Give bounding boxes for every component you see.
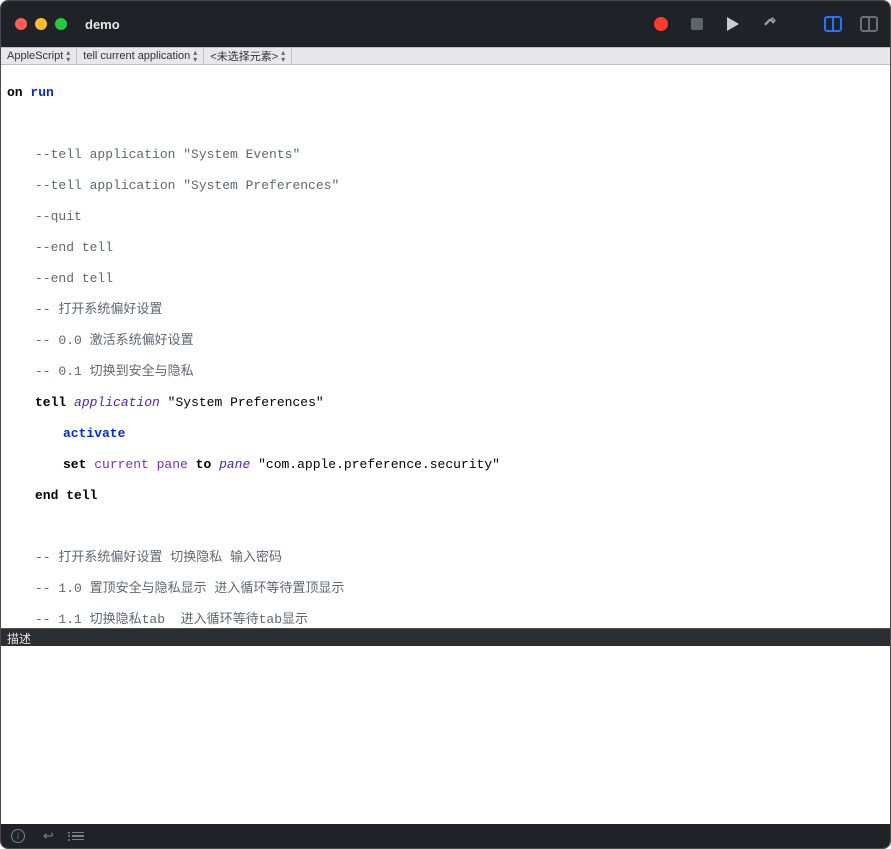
context-selector[interactable]: tell current application ▴▾	[77, 48, 204, 64]
stop-button[interactable]	[688, 15, 706, 33]
info-button[interactable]: i	[11, 829, 25, 843]
chevron-updown-icon: ▴▾	[281, 49, 285, 63]
cls-application: application	[74, 395, 160, 410]
play-button[interactable]	[724, 15, 742, 33]
element-label: <未选择元素>	[210, 48, 278, 64]
panel-left-button[interactable]	[824, 15, 842, 33]
minimize-button[interactable]	[35, 18, 47, 30]
language-selector[interactable]: AppleScript ▴▾	[1, 48, 77, 64]
return-button[interactable]: ↩	[43, 828, 54, 844]
record-button[interactable]	[652, 15, 670, 33]
close-button[interactable]	[15, 18, 27, 30]
window-title: demo	[85, 17, 120, 32]
chevron-updown-icon: ▴▾	[66, 49, 70, 63]
kw-on: on	[7, 85, 23, 100]
kw-tell: tell	[35, 395, 66, 410]
traffic-lights	[15, 18, 67, 30]
toolbar	[652, 15, 878, 33]
footer-bar: i ↩	[1, 824, 890, 848]
element-selector[interactable]: <未选择元素> ▴▾	[204, 48, 292, 64]
zoom-button[interactable]	[55, 18, 67, 30]
list-button[interactable]	[72, 832, 84, 841]
comment: -- 1.0 置顶安全与隐私显示 进入循环等待置顶显示	[7, 581, 890, 597]
comment: --tell application "System Preferences"	[7, 178, 890, 194]
comment: -- 打开系统偏好设置	[7, 302, 890, 318]
window-titlebar: demo	[1, 1, 890, 47]
str: "System Preferences"	[160, 395, 324, 410]
context-navbar: AppleScript ▴▾ tell current application …	[1, 47, 890, 65]
comment: --quit	[7, 209, 890, 225]
kw-set: set	[63, 457, 86, 472]
kw-to: to	[196, 457, 212, 472]
description-header: 描述	[1, 628, 890, 646]
comment: --end tell	[7, 271, 890, 287]
chevron-updown-icon: ▴▾	[193, 49, 197, 63]
panel-right-button[interactable]	[860, 15, 878, 33]
context-label: tell current application	[83, 50, 190, 62]
comment: -- 0.1 切换到安全与隐私	[7, 364, 890, 380]
comment: -- 1.1 切换隐私tab 进入循环等待tab显示	[7, 612, 890, 628]
kw-run: run	[30, 85, 53, 100]
build-button[interactable]	[760, 15, 778, 33]
prop-currentpane: current pane	[94, 457, 188, 472]
comment: -- 0.0 激活系统偏好设置	[7, 333, 890, 349]
cmd-activate: activate	[63, 426, 125, 441]
code-editor[interactable]: on run --tell application "System Events…	[1, 65, 890, 628]
language-label: AppleScript	[7, 50, 63, 62]
comment: --end tell	[7, 240, 890, 256]
comment: --tell application "System Events"	[7, 147, 890, 163]
cls-pane: pane	[219, 457, 250, 472]
str: "com.apple.preference.security"	[250, 457, 500, 472]
kw-endtell: end tell	[35, 488, 97, 503]
description-panel[interactable]	[1, 646, 890, 824]
comment: -- 打开系统偏好设置 切换隐私 输入密码	[7, 550, 890, 566]
